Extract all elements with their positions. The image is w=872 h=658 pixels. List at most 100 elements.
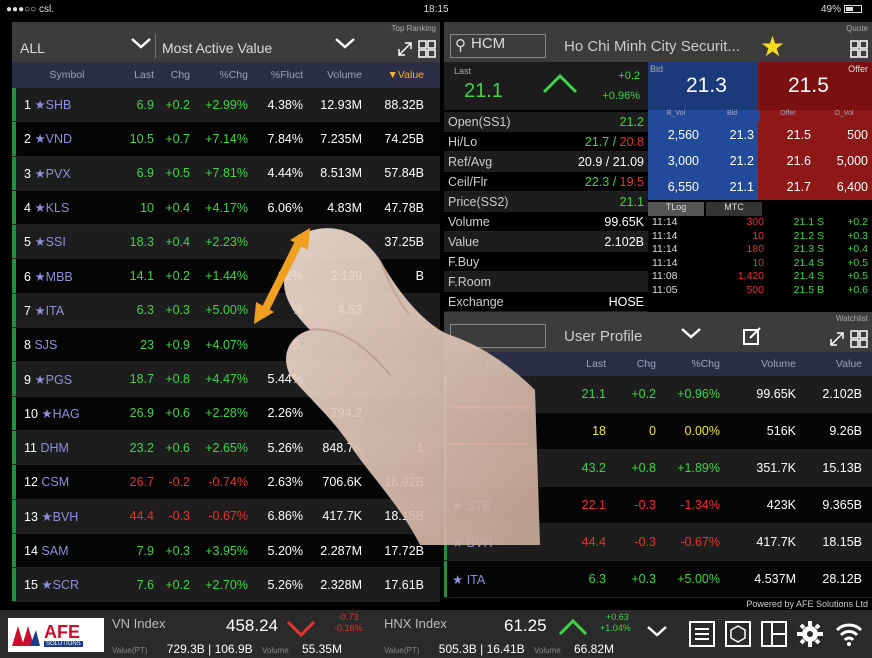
wcol-pchg[interactable]: %Chg bbox=[656, 358, 720, 370]
gear-icon[interactable] bbox=[796, 620, 824, 648]
wcol-last[interactable]: Last bbox=[534, 358, 606, 370]
star-icon[interactable]: ★ bbox=[34, 201, 45, 215]
ranking-symbol-cell[interactable]: 2 ★VND bbox=[12, 131, 110, 146]
star-icon[interactable]: ★ bbox=[34, 270, 45, 284]
list-icon[interactable] bbox=[688, 620, 716, 648]
grid-layout-icon[interactable] bbox=[850, 330, 868, 348]
change: +0.3 bbox=[165, 543, 190, 558]
col-volume[interactable]: Volume bbox=[303, 69, 362, 81]
star-icon[interactable]: ★ bbox=[452, 499, 463, 513]
watchlist-row[interactable]: 18 0 0.00% 516K 9.26B bbox=[444, 413, 872, 450]
star-icon[interactable]: ★ bbox=[34, 304, 45, 318]
ranking-row[interactable]: 7 ★ITA 6.3 +0.3 +5.00%% 4.53 bbox=[12, 293, 440, 329]
ranking-type-select[interactable]: Most Active Value bbox=[162, 40, 272, 56]
ranking-row[interactable]: 9 ★PGS 18.7 +0.8 +4.47% 5.44% bbox=[12, 362, 440, 397]
star-icon[interactable]: ★ bbox=[41, 407, 52, 421]
vn-index-label[interactable]: VN Index bbox=[112, 616, 165, 631]
last-label: Last bbox=[454, 66, 472, 76]
symbol: DHM bbox=[40, 440, 69, 455]
col-fluct[interactable]: %Fluct bbox=[248, 69, 303, 81]
tab-tlog[interactable]: TLog bbox=[648, 202, 704, 216]
ranking-symbol-cell[interactable]: 14 SAM bbox=[12, 544, 110, 558]
ranking-row[interactable]: 6 ★MBB 14.1 +0.2 +1.44% 82% 2.139 B bbox=[12, 259, 440, 294]
col-chg[interactable]: Chg bbox=[154, 69, 190, 81]
chevron-down-icon[interactable] bbox=[646, 624, 668, 638]
ranking-row[interactable]: 3 ★PVX 6.9 +0.5 +7.81% 4.44% 8.513M 57.84B bbox=[12, 156, 440, 191]
market-filter[interactable]: ALL bbox=[20, 40, 45, 56]
grid-layout-icon[interactable] bbox=[418, 40, 436, 58]
star-icon[interactable]: ★ bbox=[34, 235, 45, 249]
ranking-symbol-cell[interactable]: 7 ★ITA bbox=[12, 303, 110, 318]
col-symbol[interactable]: Symbol bbox=[12, 69, 110, 81]
star-icon[interactable]: ★ bbox=[34, 98, 45, 112]
star-icon[interactable]: ★ bbox=[34, 167, 45, 181]
star-icon[interactable]: ★ bbox=[452, 573, 463, 587]
ranking-symbol-cell[interactable]: 4 ★KLS bbox=[12, 200, 110, 215]
ranking-symbol-cell[interactable]: 8 SJS bbox=[12, 338, 110, 352]
watchlist-symbol-cell[interactable]: ★ STB bbox=[444, 498, 534, 513]
col-last[interactable]: Last bbox=[110, 69, 154, 81]
ranking-row[interactable]: 2 ★VND 10.5 +0.7 +7.14% 7.84% 7.235M 74.25B bbox=[12, 122, 440, 157]
ranking-symbol-cell[interactable]: 9 ★PGS bbox=[12, 372, 110, 387]
ranking-row[interactable]: 14 SAM 7.9 +0.3 +3.95% 5.20% 2.287M 17.72B bbox=[12, 533, 440, 569]
wcol-volume[interactable]: Volume bbox=[720, 358, 796, 370]
watchlist-row[interactable]: 21.1 +0.2 +0.96% 99.65K 2.102B bbox=[444, 376, 872, 413]
ranking-row[interactable]: 12 CSM 26.7 -0.2 -0.74% 2.63% 706.6K 18.92B bbox=[12, 465, 440, 500]
info-value: 21.1 bbox=[619, 195, 644, 209]
ranking-row[interactable]: 10 ★HAG 26.9 +0.6 +2.28% 2.26% 794.2 bbox=[12, 396, 440, 431]
ranking-symbol-cell[interactable]: 12 CSM bbox=[12, 475, 110, 489]
watchlist-row[interactable]: ★ STB 22.1 -0.3 -1.34% 423K 9.365B bbox=[444, 487, 872, 524]
ranking-row[interactable]: 4 ★KLS 10 +0.4 +4.17% 6.06% 4.83M 47.78B bbox=[12, 190, 440, 226]
percent-change: +2.28% bbox=[205, 406, 248, 421]
star-icon[interactable]: ★ bbox=[34, 373, 45, 387]
cube-icon[interactable] bbox=[724, 620, 752, 648]
ranking-row[interactable]: 13 ★BVH 44.4 -0.3 -0.67% 6.86% 417.7K 18.15B bbox=[12, 499, 440, 534]
grid-layout-icon[interactable] bbox=[850, 40, 868, 58]
watchlist-row[interactable]: 43.2 +0.8 +1.89% 351.7K 15.13B bbox=[444, 450, 872, 487]
ranking-row[interactable]: 8 SJS 23 +0.9 +4.07% 5. bbox=[12, 328, 440, 363]
star-icon[interactable]: ★ bbox=[34, 132, 45, 146]
watchlist-row[interactable]: ★ ITA 6.3 +0.3 +5.00% 4.537M 28.12B bbox=[444, 561, 872, 598]
ranking-symbol-cell[interactable]: 15 ★SCR bbox=[12, 577, 110, 592]
expand-icon[interactable] bbox=[396, 40, 414, 58]
watchlist-symbol-cell[interactable]: ★ ITA bbox=[444, 572, 534, 587]
ranking-symbol-cell[interactable]: 1 ★SHB bbox=[12, 97, 110, 112]
expand-icon[interactable] bbox=[828, 330, 846, 348]
watchlist-symbol-cell[interactable]: ★ BVH bbox=[444, 535, 534, 550]
ranking-row[interactable]: 15 ★SCR 7.6 +0.2 +2.70% 5.26% 2.328M 17.61B bbox=[12, 568, 440, 603]
ranking-symbol-cell[interactable]: 11 DHM bbox=[12, 441, 110, 455]
star-icon[interactable]: ★ bbox=[41, 510, 52, 524]
chevron-down-icon[interactable] bbox=[334, 36, 356, 50]
wcol-symbol[interactable]: bol bbox=[444, 358, 534, 370]
chevron-down-icon[interactable] bbox=[130, 36, 152, 50]
ranking-symbol-cell[interactable]: 10 ★HAG bbox=[12, 406, 110, 421]
edit-icon[interactable] bbox=[742, 326, 762, 346]
watchlist-search-input[interactable] bbox=[450, 324, 546, 348]
ranking-symbol-cell[interactable]: 13 ★BVH bbox=[12, 509, 110, 524]
hnx-index-label[interactable]: HNX Index bbox=[384, 616, 447, 631]
col-pchg[interactable]: %Chg bbox=[190, 69, 248, 81]
chevron-down-icon[interactable] bbox=[680, 326, 702, 340]
wifi-icon[interactable] bbox=[834, 620, 864, 648]
wcol-chg[interactable]: Chg bbox=[606, 358, 656, 370]
col-value-sorted[interactable]: ▼Value bbox=[362, 69, 428, 81]
ranking-row[interactable]: 5 ★SSI18.3+0.4+2.23%337.25B bbox=[12, 225, 440, 260]
info-value: 2.102B bbox=[604, 235, 644, 249]
watchlist-row[interactable]: ★ BVH 44.4 -0.3 -0.67% 417.7K 18.15B bbox=[444, 524, 872, 561]
tab-mtc[interactable]: MTC bbox=[706, 202, 762, 216]
ranking-symbol-cell[interactable]: 3 ★PVX bbox=[12, 166, 110, 181]
quote-search-input[interactable]: ⚲ HCM bbox=[450, 34, 546, 58]
ranking-row[interactable]: 11 DHM 23.2 +0.6 +2.65% 5.26% 848.7K 1 bbox=[12, 430, 440, 466]
favorite-star-icon[interactable]: ★ bbox=[760, 30, 785, 63]
ranking-row[interactable]: 1 ★SHB 6.9 +0.2 +2.99% 4.38% 12.93M 88.32B bbox=[12, 88, 440, 123]
ranking-symbol-cell[interactable]: 5 ★SSI bbox=[12, 234, 110, 249]
star-icon[interactable]: ★ bbox=[452, 536, 463, 550]
change: -0.3 bbox=[634, 535, 656, 549]
ranking-symbol-cell[interactable]: 6 ★MBB bbox=[12, 269, 110, 284]
layout-icon[interactable] bbox=[760, 620, 788, 648]
wcol-value[interactable]: Value bbox=[796, 358, 866, 370]
percent-change: +7.81% bbox=[205, 166, 248, 181]
change: +0.3 bbox=[631, 572, 656, 586]
star-icon[interactable]: ★ bbox=[41, 578, 52, 592]
watchlist-profile-select[interactable]: User Profile bbox=[564, 328, 642, 345]
